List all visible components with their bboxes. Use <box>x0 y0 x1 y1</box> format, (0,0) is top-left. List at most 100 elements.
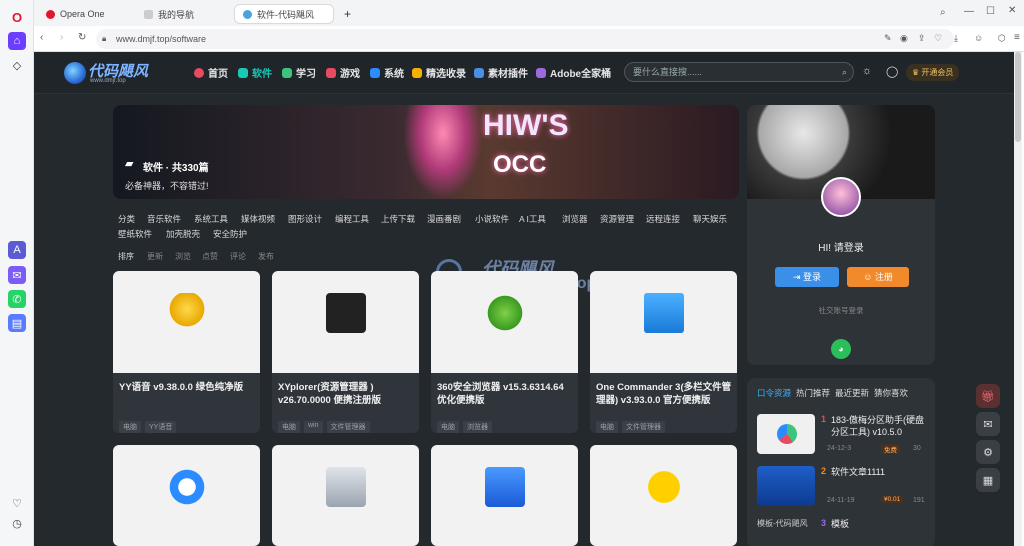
filter-item[interactable]: 聊天娱乐 <box>693 213 727 225</box>
filter-item[interactable]: 壁纸软件 <box>118 228 152 240</box>
filter-item[interactable]: 远程连接 <box>646 213 680 225</box>
wechat-icon[interactable]: ✉ <box>976 412 1000 436</box>
software-card[interactable]: 360安全浏览器 v15.3.6314.64 优化便携版电脑浏览器● 24-12… <box>431 271 578 433</box>
camera-icon[interactable]: ◉ <box>900 33 908 44</box>
download-icon[interactable]: ⤓ <box>954 33 958 44</box>
card-thumbnail[interactable] <box>113 271 260 373</box>
nav-study[interactable]: 学习 <box>282 65 316 80</box>
close-icon[interactable]: ✕ <box>1008 5 1016 16</box>
home-icon[interactable]: ⌂ <box>8 32 26 50</box>
tab-my-nav[interactable]: 我的导航 <box>136 4 232 24</box>
filter-item[interactable]: 加壳脱壳 <box>166 228 200 240</box>
forward-icon[interactable]: › <box>60 32 63 43</box>
tab-software[interactable]: 软件-代码飓风 <box>234 4 334 24</box>
pinboard-icon[interactable]: ◇ <box>8 56 26 74</box>
nav-software[interactable]: 软件 <box>238 65 272 80</box>
nav-featured[interactable]: 精选收录 <box>412 65 466 80</box>
history-icon[interactable]: ◷ <box>8 514 26 532</box>
card-tag[interactable]: 浏览器 <box>463 421 492 433</box>
filter-item[interactable]: 图形设计 <box>288 213 322 225</box>
filter-item[interactable]: 资源管理 <box>600 213 634 225</box>
opera-logo-icon[interactable]: O <box>8 8 26 26</box>
card-title[interactable]: One Commander 3(多栏文件管理器) v3.93.0.0 官方便携版 <box>596 381 732 407</box>
qrcode-icon[interactable]: ▦ <box>976 468 1000 492</box>
software-card[interactable]: LibreWolf浏览器 v132.0.1-1 <box>113 445 260 546</box>
card-thumbnail[interactable] <box>431 445 578 546</box>
whatsapp-icon[interactable]: ✆ <box>8 290 26 308</box>
url-input[interactable]: 🔒︎ www.dmjf.top/software <box>96 29 954 49</box>
vip-button[interactable]: ♛ 开通会员 <box>906 64 960 81</box>
nav-materials[interactable]: 素材插件 <box>474 65 528 80</box>
filter-item[interactable]: 媒体视频 <box>241 213 275 225</box>
card-thumbnail[interactable] <box>272 445 419 546</box>
hot-tab[interactable]: 最近更新 <box>835 387 869 399</box>
user-icon[interactable]: ◯ <box>886 65 898 78</box>
page-scrollbar[interactable] <box>1014 52 1022 546</box>
nav-adobe[interactable]: Adobe全家桶 <box>536 65 611 80</box>
user-avatar[interactable] <box>821 177 861 217</box>
card-tag[interactable]: YY语音 <box>145 421 177 433</box>
reload-icon[interactable]: ↻ <box>78 32 86 43</box>
register-button[interactable]: ☺ 注册 <box>847 267 909 287</box>
bookmark-heart-icon[interactable]: ♡ <box>934 33 942 44</box>
site-logo[interactable]: 代码飓风 www.dmjf.top <box>64 60 159 86</box>
search-icon[interactable]: ⌕ <box>842 63 847 81</box>
nav-games[interactable]: 游戏 <box>326 65 360 80</box>
share-icon[interactable]: ⇪ <box>918 33 926 44</box>
filter-item[interactable]: 浏览器 <box>562 213 588 225</box>
software-card[interactable]: 格式工厂(多媒体格式转换器) <box>272 445 419 546</box>
sort-option[interactable]: 更新 <box>147 251 163 262</box>
software-card[interactable]: YY语音 v9.38.0.0 绿色纯净版电脑YY语音● 24-12-5▭0 ◉4… <box>113 271 260 433</box>
card-tag[interactable]: 电脑 <box>119 421 141 433</box>
search-tabs-icon[interactable]: ⌕ <box>940 7 946 18</box>
hot-tab[interactable]: 热门推荐 <box>796 387 830 399</box>
software-card[interactable]: GetQzoneHistory(QQ空间历史 <box>590 445 737 546</box>
nav-home[interactable]: 首页 <box>194 65 228 80</box>
menu-icon[interactable]: ≡ <box>1014 32 1020 43</box>
filter-item[interactable]: 安全防护 <box>213 228 247 240</box>
filter-item[interactable]: 上传下载 <box>381 213 415 225</box>
hot-title[interactable]: 183-傲梅分区助手(硬盘分区工具) v10.5.0 <box>831 414 931 438</box>
sort-option[interactable]: 点赞 <box>202 251 218 262</box>
hot-title[interactable]: 软件文章1111 <box>831 466 931 478</box>
site-search-input[interactable]: 要什么直接搜...... ⌕ <box>624 62 854 82</box>
profile-icon[interactable]: ☺ <box>974 33 983 43</box>
software-card[interactable]: XYplorer(资源管理器 ) v26.70.0000 便携注册版 电脑 win 文… <box>272 271 419 433</box>
sort-option[interactable]: 浏览 <box>175 251 191 262</box>
card-title[interactable]: YY语音 v9.38.0.0 绿色纯净版 <box>119 381 255 394</box>
sort-option[interactable]: 评论 <box>230 251 246 262</box>
messenger-icon[interactable]: ✉ <box>8 266 26 284</box>
heart-icon[interactable]: ♡ <box>8 494 26 512</box>
card-thumbnail[interactable] <box>272 271 419 373</box>
filter-item[interactable]: 音乐软件 <box>147 213 181 225</box>
filter-item[interactable]: 系统工具 <box>194 213 228 225</box>
software-card[interactable]: One Commander 3(多栏文件管理器) v3.93.0.0 官方便携版… <box>590 271 737 433</box>
software-card[interactable]: Wise Care 365 Pro(系统优化) <box>431 445 578 546</box>
nav-system[interactable]: 系统 <box>370 65 404 80</box>
new-tab-button[interactable]: + <box>336 4 359 24</box>
filter-item[interactable]: A I工具 <box>519 213 546 225</box>
card-tag[interactable]: 电脑 <box>437 421 459 433</box>
minimize-icon[interactable]: — <box>964 6 974 17</box>
filter-item[interactable]: 漫画番剧 <box>427 213 461 225</box>
card-thumbnail[interactable] <box>431 271 578 373</box>
edit-icon[interactable]: ✎ <box>884 33 892 44</box>
extensions-icon[interactable]: ⬡ <box>998 33 1006 44</box>
hot-tab[interactable]: 口令资源 <box>757 387 791 399</box>
sort-option[interactable]: 发布 <box>258 251 274 262</box>
scrollbar-thumb[interactable] <box>1015 52 1021 142</box>
settings-icon[interactable]: ⚙ <box>976 440 1000 464</box>
card-tag[interactable]: 电脑 <box>596 421 618 433</box>
gift-icon[interactable]: 🎁︎ <box>976 384 1000 408</box>
card-tag[interactable]: win <box>304 421 323 433</box>
app-icon[interactable]: ▤ <box>8 314 26 332</box>
card-thumbnail[interactable] <box>590 271 737 373</box>
login-button[interactable]: ⇥ 登录 <box>775 267 839 287</box>
filter-item[interactable]: 小说软件 <box>475 213 509 225</box>
hot-tab[interactable]: 猜你喜欢 <box>874 387 908 399</box>
card-title[interactable]: XYplorer(资源管理器 ) v26.70.0000 便携注册版 <box>278 381 414 407</box>
tab-opera-one[interactable]: Opera One <box>38 4 134 24</box>
wechat-login-icon[interactable]: ◕ <box>831 339 851 359</box>
hot-title[interactable]: 模板 <box>831 518 931 530</box>
filter-item[interactable]: 编程工具 <box>335 213 369 225</box>
